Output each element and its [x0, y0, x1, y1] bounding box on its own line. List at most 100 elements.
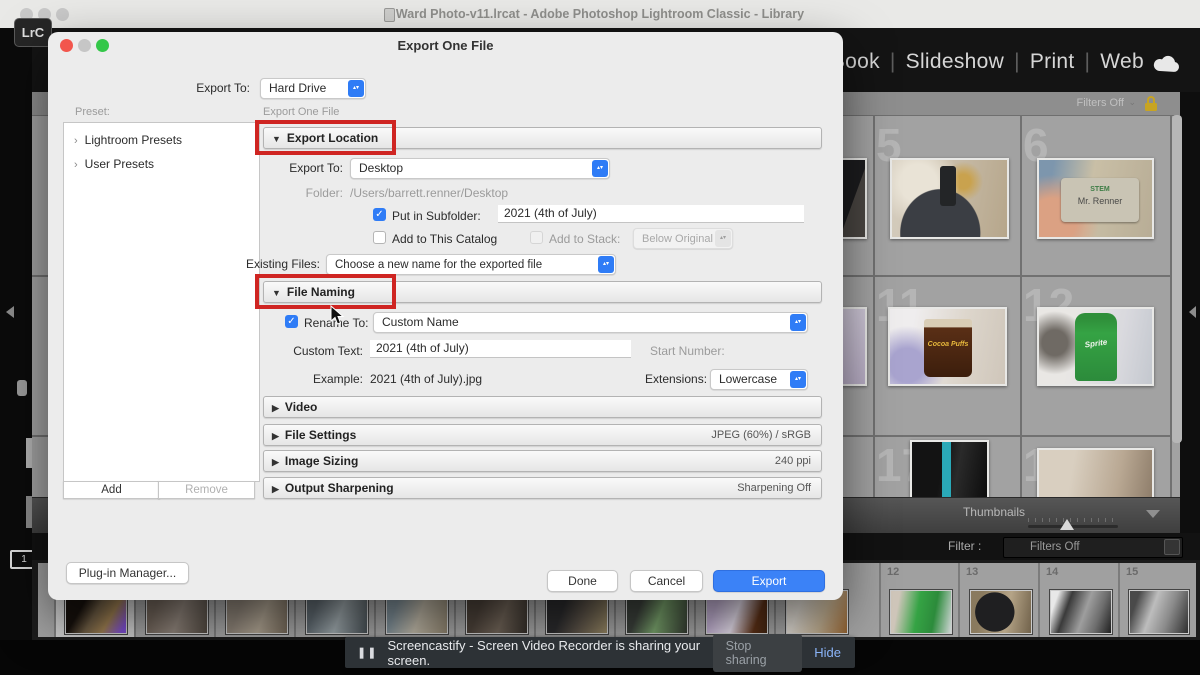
preset-label: Preset:	[75, 106, 110, 118]
module-slideshow[interactable]: Slideshow	[906, 50, 1004, 73]
thumbnails-slider-handle[interactable]	[1060, 519, 1074, 530]
done-button[interactable]: Done	[547, 570, 618, 592]
photo-thumbnail-6[interactable]: STEM Mr. Renner	[1037, 158, 1154, 239]
rename-to-value: Custom Name	[382, 315, 459, 329]
chevron-right-icon: ›	[74, 135, 85, 147]
screencastify-message: Screencastify - Screen Video Recorder is…	[387, 638, 712, 668]
filter-lock-icon[interactable]	[1144, 95, 1158, 112]
highlight-box-file-naming	[255, 274, 396, 309]
export-to-value: Hard Drive	[269, 81, 326, 95]
remove-preset-button[interactable]: Remove	[158, 481, 255, 499]
lightroom-logo: LrC	[14, 18, 52, 47]
add-to-stack-checkbox[interactable]	[530, 231, 543, 244]
filmstrip-thumbnail[interactable]	[1128, 589, 1190, 635]
section-header-label: Output Sharpening	[285, 481, 394, 495]
add-to-catalog-checkbox[interactable]	[373, 231, 386, 244]
filmstrip-thumbnail[interactable]	[1049, 589, 1113, 635]
extensions-label: Extensions:	[645, 372, 707, 386]
lantern-shape	[940, 166, 956, 206]
rename-to-dropdown[interactable]: Custom Name ▴▾	[373, 312, 808, 333]
disclosure-right-icon: ▶	[264, 484, 285, 494]
add-preset-button[interactable]: Add	[63, 481, 160, 499]
filmstrip-thumbnail[interactable]	[969, 589, 1033, 635]
macos-titlebar: Ward Photo-v11.lrcat - Adobe Photoshop L…	[0, 0, 1200, 29]
plugin-manager-button[interactable]: Plug-in Manager...	[66, 562, 189, 584]
preset-lightroom-presets[interactable]: ›Lightroom Presets	[74, 133, 182, 147]
cancel-button[interactable]: Cancel	[630, 570, 703, 592]
grid-divider	[873, 115, 875, 497]
chevron-down-icon: ⌄	[1128, 97, 1136, 108]
extensions-dropdown[interactable]: Lowercase ▴▾	[710, 369, 808, 390]
cocoa-label: Cocoa Puffs	[924, 341, 972, 348]
pause-icon[interactable]: ❚❚	[357, 646, 377, 659]
filter-dropdown[interactable]: Filters Off ⇕	[1003, 537, 1183, 558]
hide-button[interactable]: Hide	[814, 645, 841, 660]
thumbnails-slider[interactable]	[1028, 525, 1118, 528]
photo-thumbnail-18[interactable]	[1037, 448, 1154, 499]
put-in-subfolder-checkbox[interactable]: ✓	[373, 208, 386, 221]
rename-to-checkbox[interactable]: ✓	[285, 315, 298, 328]
location-export-to-label: Export To:	[243, 161, 343, 175]
existing-files-dropdown[interactable]: Choose a new name for the exported file …	[326, 254, 616, 275]
left-panel-collapse-icon[interactable]	[6, 306, 14, 318]
disclosure-right-icon: ▶	[264, 431, 285, 441]
filter-lock-toggle[interactable]	[1164, 539, 1180, 555]
screencastify-bar: ❚❚ Screencastify - Screen Video Recorder…	[345, 637, 855, 668]
stack-position-value: Below Original	[642, 233, 713, 245]
example-label: Example:	[263, 372, 363, 386]
preset-item-label: User Presets	[85, 157, 154, 171]
add-to-stack-label: Add to Stack:	[549, 232, 620, 246]
stepper-icon: ▴▾	[715, 230, 731, 247]
window-title: Ward Photo-v11.lrcat - Adobe Photoshop L…	[0, 7, 1200, 21]
stop-sharing-button[interactable]: Stop sharing	[713, 634, 803, 672]
right-panel-collapse-icon[interactable]	[1189, 306, 1196, 318]
filmstrip-thumbnail[interactable]	[889, 589, 953, 635]
put-in-subfolder-label: Put in Subfolder:	[392, 209, 481, 223]
section-header-label: File Settings	[285, 428, 356, 442]
photo-thumbnail-12[interactable]: Sprite	[1037, 307, 1154, 386]
stepper-icon: ▴▾	[598, 256, 614, 273]
filmstrip-cell-13[interactable]: 13	[958, 563, 1040, 637]
example-value: 2021 (4th of July).jpg	[370, 372, 482, 386]
section-file-settings[interactable]: ▶File Settings JPEG (60%) / sRGB	[263, 424, 822, 446]
stepper-icon: ▴▾	[790, 371, 806, 388]
disclosure-right-icon: ▶	[264, 457, 285, 467]
photo-thumbnail-11[interactable]: Cocoa Puffs	[888, 307, 1007, 386]
custom-text-label: Custom Text:	[263, 344, 363, 358]
photo-thumbnail-17[interactable]	[910, 440, 989, 499]
export-to-dropdown[interactable]: Hard Drive ▴▾	[260, 78, 366, 99]
custom-text-value: 2021 (4th of July)	[376, 341, 469, 355]
location-export-to-value: Desktop	[359, 161, 403, 175]
panel-label: Export One File	[263, 106, 339, 118]
section-video[interactable]: ▶Video	[263, 396, 822, 418]
export-button[interactable]: Export	[713, 570, 825, 592]
filmstrip-cell-12[interactable]: 12	[879, 563, 960, 637]
module-print[interactable]: Print	[1030, 50, 1075, 73]
filter-dropdown-value: Filters Off	[1030, 541, 1080, 553]
left-scrollbar-handle[interactable]	[17, 380, 27, 396]
cloud-sync-icon[interactable]	[1152, 54, 1182, 74]
existing-files-label: Existing Files:	[220, 257, 320, 271]
cocoa-cup: Cocoa Puffs	[924, 319, 972, 377]
stack-position-dropdown[interactable]: Below Original ▴▾	[633, 228, 733, 249]
toolbar-chevron-down-icon[interactable]	[1146, 510, 1160, 518]
custom-text-input[interactable]: 2021 (4th of July)	[370, 340, 631, 358]
grid-filters-status[interactable]: Filters Off	[1077, 97, 1124, 109]
subfolder-input[interactable]: 2021 (4th of July)	[498, 205, 804, 223]
extensions-value: Lowercase	[719, 372, 777, 386]
photo-thumbnail-5[interactable]	[890, 158, 1009, 239]
section-image-sizing[interactable]: ▶Image Sizing 240 ppi	[263, 450, 822, 472]
filter-label: Filter :	[948, 539, 981, 553]
preset-user-presets[interactable]: ›User Presets	[74, 157, 154, 171]
filmstrip-cell-15[interactable]: 15	[1118, 563, 1198, 637]
highlight-box-export-location	[255, 120, 396, 155]
export-dialog: Export One File Export To: Hard Drive ▴▾…	[48, 32, 843, 600]
module-web[interactable]: Web	[1100, 50, 1144, 73]
name-tag-brand: STEM	[1061, 186, 1139, 193]
location-export-to-dropdown[interactable]: Desktop ▴▾	[350, 158, 610, 179]
right-scrollbar-handle[interactable]	[1172, 115, 1182, 443]
filmstrip-cell-14[interactable]: 14	[1038, 563, 1120, 637]
stepper-icon: ▴▾	[348, 80, 364, 97]
section-summary: JPEG (60%) / sRGB	[711, 425, 811, 445]
section-output-sharpening[interactable]: ▶Output Sharpening Sharpening Off	[263, 477, 822, 499]
